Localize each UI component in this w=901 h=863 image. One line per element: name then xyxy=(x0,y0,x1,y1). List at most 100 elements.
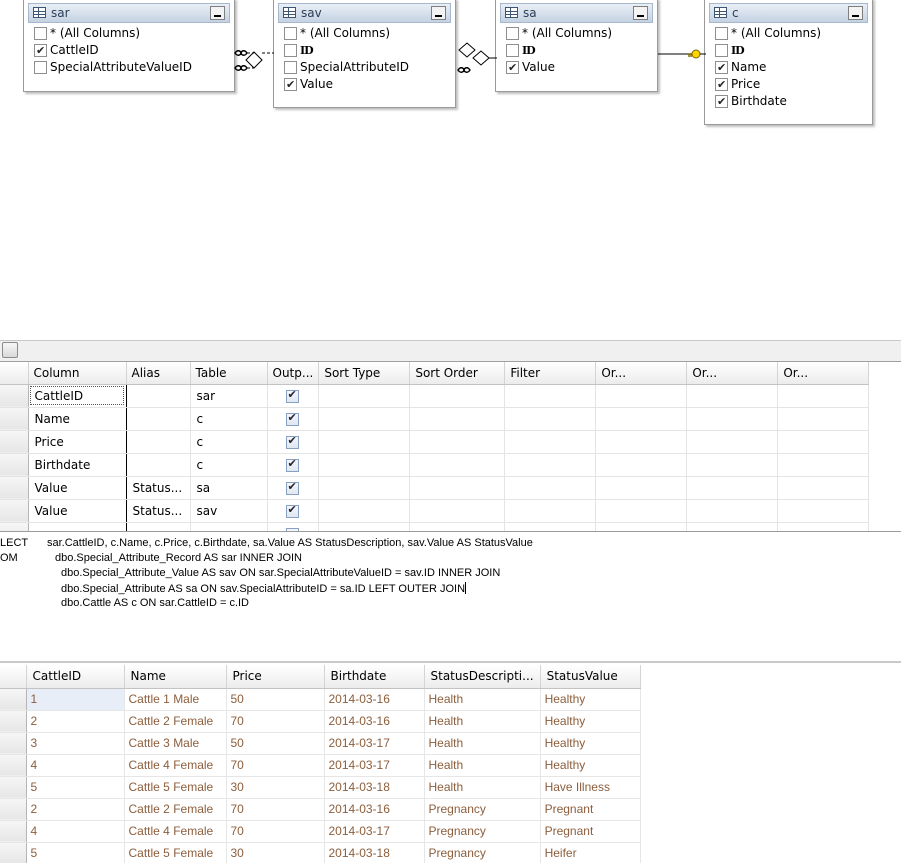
criteria-alias-cell[interactable] xyxy=(126,407,191,431)
criteria-sort-type-cell[interactable] xyxy=(318,384,411,408)
table-cell[interactable]: Pregnant xyxy=(540,820,641,843)
criteria-table-cell[interactable]: c xyxy=(190,430,268,454)
table-cell[interactable]: Pregnant xyxy=(540,798,641,821)
table-cell[interactable]: 4 xyxy=(26,754,125,777)
criteria-or-cell[interactable] xyxy=(777,476,870,500)
row-header[interactable] xyxy=(0,384,29,408)
table-title-bar[interactable]: sa xyxy=(500,3,653,23)
criteria-column-cell[interactable]: CattleID xyxy=(28,384,127,408)
criteria-table-cell[interactable]: sa xyxy=(190,476,268,500)
table-cell[interactable]: Healthy xyxy=(540,732,641,755)
criteria-row[interactable] xyxy=(0,522,870,531)
criteria-sort-type-cell[interactable] xyxy=(318,476,411,500)
table-row[interactable]: 5 Cattle 5 Female 30 2014-03-18 Pregnanc… xyxy=(0,842,641,863)
criteria-output-cell[interactable] xyxy=(267,407,320,431)
row-header[interactable] xyxy=(0,842,27,863)
criteria-filter-cell[interactable] xyxy=(504,430,597,454)
criteria-alias-cell[interactable] xyxy=(126,384,191,408)
criteria-table-cell[interactable]: c xyxy=(190,453,268,477)
criteria-or-cell[interactable] xyxy=(595,499,688,523)
table-row[interactable]: 3 Cattle 3 Male 50 2014-03-17 Health Hea… xyxy=(0,732,641,755)
criteria-sort-order-cell[interactable] xyxy=(409,430,506,454)
column-checkbox[interactable] xyxy=(715,59,728,76)
table-cell[interactable]: Health xyxy=(424,754,541,777)
table-cell[interactable]: Cattle 5 Female xyxy=(124,776,227,799)
column-header[interactable]: Price xyxy=(226,665,325,689)
criteria-pane[interactable]: Column Alias Table Outp... Sort Type Sor… xyxy=(0,362,901,532)
criteria-filter-cell[interactable] xyxy=(504,384,597,408)
diagram-pane[interactable]: sar * (All Columns) CattleID SpecialAttr… xyxy=(0,0,901,340)
column-id[interactable]: ID xyxy=(284,42,451,59)
criteria-or-cell[interactable] xyxy=(686,453,779,477)
table-cell[interactable]: Health xyxy=(424,710,541,733)
criteria-filter-cell[interactable] xyxy=(504,453,597,477)
criteria-output-cell[interactable] xyxy=(267,453,320,477)
criteria-alias-cell[interactable]: Status... xyxy=(126,499,191,523)
sql-line[interactable]: dbo.Special_Attribute AS sa ON sav.Speci… xyxy=(61,582,467,595)
table-cell[interactable]: 2014-03-16 xyxy=(324,688,425,711)
row-header[interactable] xyxy=(0,522,29,531)
criteria-or-cell[interactable] xyxy=(595,453,688,477)
column-specialattributeid[interactable]: SpecialAttributeID xyxy=(284,59,451,76)
output-checkbox[interactable] xyxy=(285,527,299,531)
criteria-alias-cell[interactable]: Status... xyxy=(126,476,191,500)
table-cell[interactable]: 1 xyxy=(26,688,125,711)
column-checkbox[interactable] xyxy=(34,42,47,59)
criteria-column-cell[interactable]: Price xyxy=(28,430,127,454)
table-cell[interactable]: 2014-03-18 xyxy=(324,842,425,863)
row-header[interactable] xyxy=(0,430,29,454)
table-cell[interactable]: 5 xyxy=(26,842,125,863)
row-header[interactable] xyxy=(0,732,27,755)
sql-line[interactable]: dbo.Special_Attribute_Record AS sar INNE… xyxy=(55,552,302,564)
column-header[interactable]: Sort Type xyxy=(318,362,411,385)
criteria-or-cell[interactable] xyxy=(595,407,688,431)
criteria-filter-cell[interactable] xyxy=(504,522,597,531)
table-cell[interactable]: Cattle 2 Female xyxy=(124,798,227,821)
column-checkbox[interactable] xyxy=(34,61,47,74)
column-checkbox[interactable] xyxy=(506,44,519,57)
criteria-or-cell[interactable] xyxy=(777,522,870,531)
table-cell[interactable]: Health xyxy=(424,732,541,755)
criteria-output-cell[interactable] xyxy=(267,384,320,408)
column-value[interactable]: Value xyxy=(506,59,653,76)
criteria-or-cell[interactable] xyxy=(777,407,870,431)
table-cell[interactable]: 70 xyxy=(226,820,325,843)
table-cell[interactable]: Cattle 4 Female xyxy=(124,754,227,777)
minimize-button[interactable] xyxy=(848,6,863,20)
criteria-table-cell[interactable]: c xyxy=(190,407,268,431)
column-header[interactable]: StatusDescripti... xyxy=(424,665,541,689)
output-checkbox[interactable] xyxy=(285,480,299,495)
column-checkbox[interactable] xyxy=(715,27,728,40)
criteria-sort-type-cell[interactable] xyxy=(318,453,411,477)
table-cell[interactable]: Pregnancy xyxy=(424,842,541,863)
criteria-table-cell[interactable] xyxy=(190,522,268,531)
criteria-sort-type-cell[interactable] xyxy=(318,499,411,523)
column-all-columns[interactable]: * (All Columns) xyxy=(284,25,451,42)
criteria-table-cell[interactable]: sar xyxy=(190,384,268,408)
table-cell[interactable]: Healthy xyxy=(540,754,641,777)
criteria-output-cell[interactable] xyxy=(267,499,320,523)
column-price[interactable]: Price xyxy=(715,76,868,93)
table-cell[interactable]: 50 xyxy=(226,688,325,711)
row-header[interactable] xyxy=(0,407,29,431)
criteria-column-cell[interactable]: Value xyxy=(28,499,127,523)
criteria-output-cell[interactable] xyxy=(267,522,320,531)
results-grid[interactable]: CattleID Name Price Birthdate StatusDesc… xyxy=(0,665,641,863)
criteria-or-cell[interactable] xyxy=(595,430,688,454)
column-header[interactable]: Filter xyxy=(504,362,597,385)
criteria-or-cell[interactable] xyxy=(686,384,779,408)
column-header[interactable]: CattleID xyxy=(26,665,125,689)
table-cell[interactable]: 2014-03-17 xyxy=(324,820,425,843)
column-checkbox[interactable] xyxy=(34,27,47,40)
sql-line[interactable]: dbo.Cattle AS c ON sar.CattleID = c.ID xyxy=(61,597,249,609)
criteria-row[interactable]: Price c xyxy=(0,430,870,454)
table-title-bar[interactable]: sar xyxy=(28,3,230,23)
table-cell[interactable]: Pregnancy xyxy=(424,798,541,821)
criteria-filter-cell[interactable] xyxy=(504,499,597,523)
row-header[interactable] xyxy=(0,776,27,799)
table-cell[interactable]: 70 xyxy=(226,754,325,777)
output-checkbox[interactable] xyxy=(285,388,299,403)
table-cell[interactable]: Healthy xyxy=(540,688,641,711)
table-cell[interactable]: Cattle 1 Male xyxy=(124,688,227,711)
row-header[interactable] xyxy=(0,688,27,711)
